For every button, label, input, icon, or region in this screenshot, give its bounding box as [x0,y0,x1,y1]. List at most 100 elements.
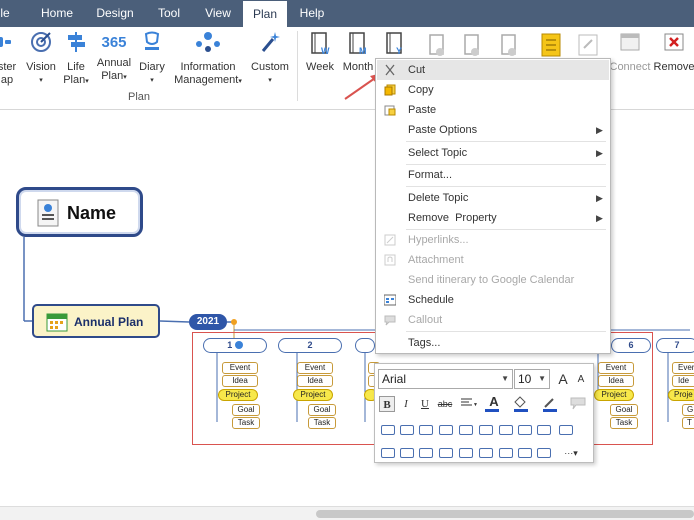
style-8-icon[interactable] [518,448,532,458]
subtopic-goal[interactable]: Goal [610,404,638,416]
menu-separator [406,331,606,332]
menu-item-format[interactable]: Format... [377,165,609,185]
topic-annual-plan[interactable]: Annual Plan [32,304,160,338]
insert-floating-icon[interactable] [439,425,453,435]
subtopic-project[interactable]: Project [293,389,333,401]
subtopic-idea[interactable]: Ide [672,375,694,387]
italic-button[interactable]: I [398,396,414,412]
more-options-icon[interactable]: ···▾ [559,445,583,461]
attachment-icon [384,254,396,266]
callout-style-button [569,396,587,412]
style-6-icon[interactable] [479,448,493,458]
strikethrough-button[interactable]: abc [435,396,455,412]
menu-item-delete-topic[interactable]: Delete Topic ▶ [377,188,609,208]
style-1-icon[interactable] [381,448,395,458]
menu-item-copy[interactable]: Copy [377,80,609,100]
insert-topic-icon[interactable] [381,425,395,435]
subtopic-task[interactable]: Task [232,417,260,429]
subtopic-project[interactable]: Proje [668,389,694,401]
subtopic-goal[interactable]: Goal [308,404,336,416]
map-icon[interactable] [479,425,493,435]
align-button[interactable]: ▼ [457,396,479,412]
underline-button[interactable]: U [417,396,433,412]
submenu-arrow-icon: ▶ [596,125,603,135]
subtopic-task[interactable]: T [682,417,694,429]
line-color-button[interactable] [540,396,562,412]
menu-item-callout: Callout [377,310,609,330]
menu-item-paste[interactable]: Paste [377,100,609,120]
month-node-6[interactable]: 6 [611,338,651,353]
insert-parent-icon[interactable] [419,425,433,435]
menu-item-remove-property[interactable]: Remove Property ▶ [377,208,609,228]
callout-icon [570,397,586,410]
hyperlink-icon [384,234,396,246]
subtopic-goal[interactable]: G [682,404,694,416]
schedule-icon [384,294,396,306]
font-color-button[interactable]: A [483,394,505,412]
menu-item-select-topic[interactable]: Select Topic ▶ [377,143,609,163]
chevron-down-icon: ▼ [538,374,546,383]
copy-icon [384,84,396,96]
scissors-icon [385,64,395,76]
pen-icon [543,398,557,412]
topic-name-label: Name [67,203,117,223]
svg-text:▼: ▼ [473,402,477,408]
menu-item-tags[interactable]: Tags... [377,333,609,353]
subtopic-task[interactable]: Task [308,417,336,429]
menu-item-schedule[interactable]: Schedule [377,290,609,310]
scrollbar-thumb[interactable] [316,510,694,518]
style-9-icon[interactable] [537,448,551,458]
menu-separator [406,186,606,187]
style-2-icon[interactable] [400,448,414,458]
fishbone-icon[interactable] [518,425,532,435]
grow-font-button[interactable]: A [555,371,571,387]
insert-subtopic-icon[interactable] [400,425,414,435]
subtopic-event[interactable]: Event [222,362,258,374]
subtopic-event[interactable]: Event [297,362,333,374]
layout-icon[interactable] [459,425,473,435]
calendar-icon [46,313,68,332]
fill-color-button[interactable] [511,396,533,412]
menu-item-cut[interactable]: Cut [377,60,609,80]
subtopic-task[interactable]: Task [610,417,638,429]
font-size-select[interactable]: 10 ▼ [514,369,550,389]
bold-button[interactable]: B [379,396,395,412]
relationship-icon[interactable] [559,425,573,435]
style-7-icon[interactable] [499,448,513,458]
subtopic-event[interactable]: Event [598,362,634,374]
balance-icon[interactable] [499,425,513,435]
font-color-glyph: A [489,394,499,409]
menu-item-paste-options[interactable]: Paste Options ▶ [377,120,609,140]
menu-item-hyperlinks: Hyperlinks... [377,230,609,250]
subtopic-idea[interactable]: Idea [222,375,258,387]
context-menu: Cut Copy Paste Paste Options ▶ Select Top… [375,58,611,354]
style-5-icon[interactable] [459,448,473,458]
contact-card-icon [37,199,59,227]
subtopic-goal[interactable]: Goal [232,404,260,416]
horizontal-scrollbar[interactable] [0,506,694,520]
subtopic-idea[interactable]: Idea [297,375,333,387]
subtopic-idea[interactable]: Idea [598,375,634,387]
month-node-2[interactable]: 2 [278,338,342,353]
subtopic-event[interactable]: Even [672,362,694,374]
paint-bucket-icon [514,396,528,412]
app-window: le Home Design Tool View Plan Help ster … [0,0,694,520]
menu-item-attachment: Attachment [377,250,609,270]
year-badge[interactable]: 2021 [189,314,227,330]
font-family-select[interactable]: Arial ▼ [378,369,513,389]
subtopic-project[interactable]: Project [594,389,634,401]
tree-icon[interactable] [537,425,551,435]
submenu-arrow-icon: ▶ [596,213,603,223]
month-node-1[interactable]: 1 [203,338,267,353]
style-4-icon[interactable] [439,448,453,458]
month-node-3[interactable] [355,338,375,353]
topic-annual-plan-label: Annual Plan [74,315,144,329]
month-node-7[interactable]: 7 [656,338,694,353]
shrink-font-button[interactable]: A [573,372,589,388]
style-3-icon[interactable] [419,448,433,458]
font-color-swatch [485,409,499,412]
subtopic-project[interactable]: Project [218,389,258,401]
format-toolbar: Arial ▼ 10 ▼ A A B I U abc ▼ A ···▾ [374,363,594,463]
topic-name[interactable]: Name [16,187,143,237]
submenu-arrow-icon: ▶ [596,148,603,158]
